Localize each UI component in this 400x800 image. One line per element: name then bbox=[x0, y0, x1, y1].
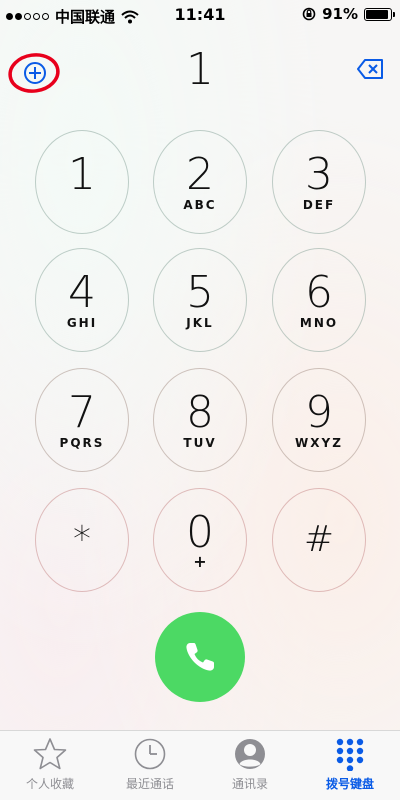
key-6[interactable]: 6 MNO bbox=[272, 248, 366, 352]
key-8[interactable]: 8 TUV bbox=[153, 368, 247, 472]
key-digit: # bbox=[303, 519, 335, 560]
star-icon bbox=[33, 738, 67, 770]
phone-icon bbox=[186, 643, 214, 671]
key-3[interactable]: 3 DEF bbox=[272, 130, 366, 234]
plus-circle-icon bbox=[24, 62, 46, 84]
key-digit: 6 bbox=[305, 267, 333, 318]
key-digit: 7 bbox=[68, 387, 96, 438]
tab-recents[interactable]: 最近通话 bbox=[100, 737, 200, 800]
add-contact-button[interactable] bbox=[6, 48, 62, 96]
key-letters: PQRS bbox=[59, 436, 105, 450]
key-digit: 0 bbox=[186, 506, 214, 558]
key-digit: 2 bbox=[186, 149, 214, 200]
key-letters: GHI bbox=[66, 316, 98, 330]
key-9[interactable]: 9 WXYZ bbox=[272, 368, 366, 472]
key-letters: ABC bbox=[183, 198, 217, 212]
key-letters: TUV bbox=[183, 436, 217, 450]
key-5[interactable]: 5 JKL bbox=[153, 248, 247, 352]
key-letters: WXYZ bbox=[295, 436, 343, 450]
battery-fill bbox=[366, 9, 388, 19]
tab-label: 个人收藏 bbox=[25, 777, 74, 791]
key-digit: 5 bbox=[186, 267, 214, 318]
tab-keypad[interactable]: 拨号键盘 bbox=[300, 737, 400, 800]
key-letters: JKL bbox=[186, 316, 214, 330]
call-button[interactable] bbox=[155, 612, 245, 702]
tab-label: 拨号键盘 bbox=[325, 777, 374, 791]
key-2[interactable]: 2 ABC bbox=[153, 130, 247, 234]
key-letters: DEF bbox=[302, 198, 336, 212]
dialer-top-row: 1 bbox=[0, 40, 400, 100]
keypad-icon bbox=[336, 738, 364, 771]
key-1[interactable]: 1 bbox=[35, 130, 129, 234]
tab-label: 通讯录 bbox=[231, 777, 268, 791]
clock-icon bbox=[134, 738, 166, 770]
battery-percentage: 91% bbox=[322, 5, 358, 23]
key-7[interactable]: 7 PQRS bbox=[35, 368, 129, 472]
key-0[interactable]: 0 + bbox=[153, 488, 247, 592]
status-bar: 中国联通 11:41 91% bbox=[0, 0, 400, 30]
battery-icon bbox=[364, 7, 395, 21]
key-digit: 9 bbox=[305, 387, 333, 438]
key-letters: MNO bbox=[299, 316, 339, 330]
entered-number: 1 bbox=[186, 44, 214, 95]
key-star[interactable]: * bbox=[35, 488, 129, 592]
key-hash[interactable]: # bbox=[272, 488, 366, 592]
status-right: 91% bbox=[302, 5, 395, 23]
key-digit: 4 bbox=[68, 267, 96, 318]
key-digit: 3 bbox=[305, 149, 333, 200]
backspace-icon bbox=[357, 59, 383, 79]
tab-favorites[interactable]: 个人收藏 bbox=[0, 737, 100, 800]
key-4[interactable]: 4 GHI bbox=[35, 248, 129, 352]
contact-icon bbox=[235, 739, 265, 769]
key-digit: 1 bbox=[68, 149, 96, 200]
key-digit: * bbox=[73, 519, 91, 560]
tab-bar: 个人收藏 最近通话 通讯录 拨号键盘 bbox=[0, 730, 400, 800]
tab-contacts[interactable]: 通讯录 bbox=[200, 737, 300, 800]
rotation-lock-icon bbox=[302, 7, 316, 21]
delete-button[interactable] bbox=[356, 58, 384, 80]
key-digit: 8 bbox=[186, 387, 214, 438]
tab-label: 最近通话 bbox=[125, 777, 174, 791]
key-letters: + bbox=[193, 551, 207, 571]
